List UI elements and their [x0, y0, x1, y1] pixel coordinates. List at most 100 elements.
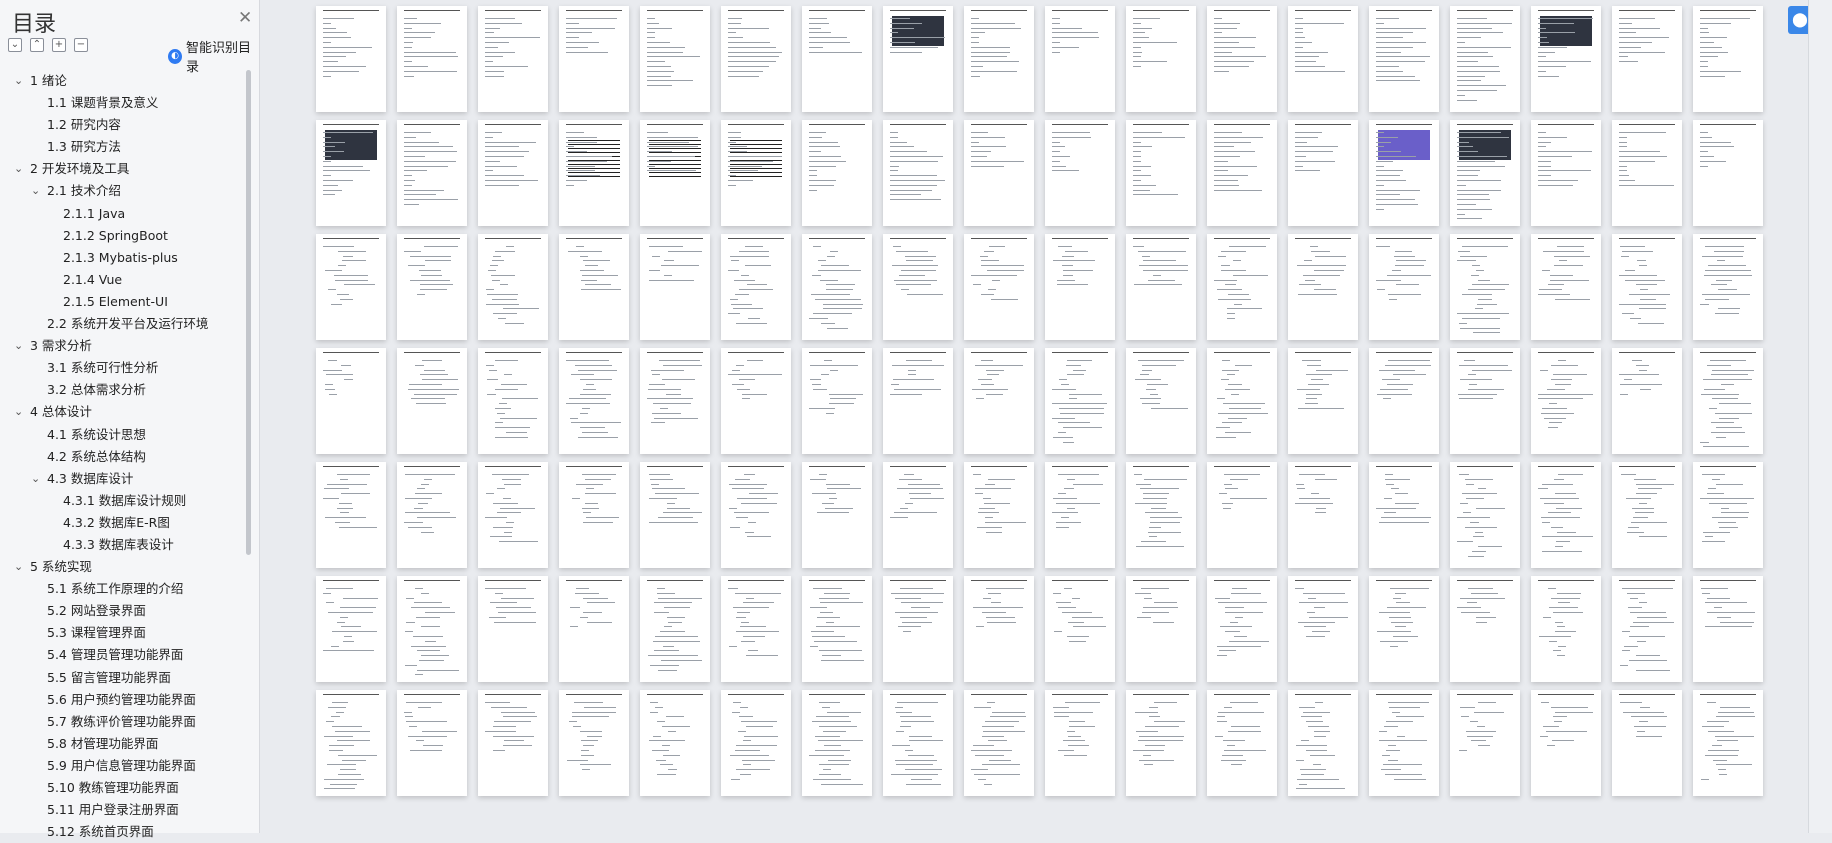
- page-thumbnail[interactable]: [1450, 348, 1520, 454]
- toc-item[interactable]: 2.1.3 Mybatis-plus: [0, 247, 245, 269]
- page-thumbnail[interactable]: [1531, 690, 1601, 796]
- page-thumbnail[interactable]: [1693, 576, 1763, 682]
- chevron-down-icon[interactable]: ⌄: [14, 401, 23, 423]
- page-thumbnail[interactable]: [559, 576, 629, 682]
- page-thumbnail[interactable]: [478, 348, 548, 454]
- page-thumbnail[interactable]: [397, 348, 467, 454]
- page-thumbnail[interactable]: [1207, 234, 1277, 340]
- page-thumbnail[interactable]: [316, 576, 386, 682]
- page-thumbnail[interactable]: [1045, 690, 1115, 796]
- toc-item[interactable]: 2.2 系统开发平台及运行环境: [0, 313, 245, 335]
- page-thumbnail[interactable]: [721, 234, 791, 340]
- toc-item[interactable]: 4.2 系统总体结构: [0, 446, 245, 468]
- page-thumbnail[interactable]: [640, 462, 710, 568]
- page-thumbnail[interactable]: [1612, 120, 1682, 226]
- toc-item[interactable]: 1.1 课题背景及意义: [0, 92, 245, 114]
- chevron-down-icon[interactable]: ⌄: [31, 180, 40, 202]
- page-thumbnail[interactable]: [559, 462, 629, 568]
- page-thumbnail[interactable]: [397, 576, 467, 682]
- expand-all-icon[interactable]: ⌄: [8, 38, 22, 52]
- page-thumbnail[interactable]: [1207, 348, 1277, 454]
- page-thumbnail[interactable]: [1693, 462, 1763, 568]
- page-thumbnail[interactable]: [964, 120, 1034, 226]
- add-icon[interactable]: +: [52, 38, 66, 52]
- page-thumbnail[interactable]: [640, 234, 710, 340]
- toc-item[interactable]: 4.3.1 数据库设计规则: [0, 490, 245, 512]
- chevron-down-icon[interactable]: ⌄: [14, 158, 23, 180]
- page-thumbnail[interactable]: [1450, 576, 1520, 682]
- chevron-down-icon[interactable]: ⌄: [14, 556, 23, 578]
- page-thumbnail[interactable]: [1288, 234, 1358, 340]
- toc-item[interactable]: 3.2 总体需求分析: [0, 379, 245, 401]
- page-thumbnail[interactable]: [802, 348, 872, 454]
- page-thumbnail[interactable]: [1693, 348, 1763, 454]
- page-thumbnail[interactable]: [559, 690, 629, 796]
- page-thumbnail[interactable]: [397, 120, 467, 226]
- toc-item[interactable]: 5.7 教练评价管理功能界面: [0, 711, 245, 733]
- page-thumbnail[interactable]: [1612, 6, 1682, 112]
- chevron-down-icon[interactable]: ⌄: [14, 335, 23, 357]
- page-thumbnail[interactable]: [1126, 348, 1196, 454]
- page-thumbnail[interactable]: [802, 462, 872, 568]
- page-thumbnail[interactable]: [397, 234, 467, 340]
- page-thumbnail[interactable]: [1369, 462, 1439, 568]
- page-thumbnail[interactable]: [1450, 462, 1520, 568]
- page-thumbnail[interactable]: [316, 690, 386, 796]
- page-thumbnail[interactable]: [964, 576, 1034, 682]
- page-thumbnail[interactable]: [721, 348, 791, 454]
- page-thumbnail[interactable]: [397, 6, 467, 112]
- page-thumbnail[interactable]: [1207, 6, 1277, 112]
- page-thumbnail[interactable]: [316, 348, 386, 454]
- page-thumbnail[interactable]: [1531, 576, 1601, 682]
- page-thumbnail[interactable]: [1531, 348, 1601, 454]
- toc-item[interactable]: ⌄ 4 总体设计: [0, 401, 245, 423]
- toc-item[interactable]: 5.3 课程管理界面: [0, 622, 245, 644]
- toc-item[interactable]: ⌄ 1 绪论: [0, 70, 245, 92]
- page-thumbnail[interactable]: [316, 234, 386, 340]
- close-icon[interactable]: ✕: [238, 8, 252, 28]
- page-thumbnail[interactable]: [478, 120, 548, 226]
- page-thumbnail[interactable]: [1612, 576, 1682, 682]
- page-thumbnail[interactable]: [640, 6, 710, 112]
- page-thumbnail[interactable]: [1126, 462, 1196, 568]
- page-thumbnail[interactable]: [721, 120, 791, 226]
- page-thumbnail[interactable]: [559, 348, 629, 454]
- page-thumbnail[interactable]: [640, 690, 710, 796]
- page-thumbnail[interactable]: [964, 690, 1034, 796]
- page-thumbnail[interactable]: [1531, 462, 1601, 568]
- page-thumbnail[interactable]: [1369, 576, 1439, 682]
- page-thumbnail[interactable]: [802, 576, 872, 682]
- page-thumbnail[interactable]: [883, 462, 953, 568]
- page-thumbnail[interactable]: [1612, 234, 1682, 340]
- page-thumbnail[interactable]: [1450, 120, 1520, 226]
- page-thumbnail[interactable]: [1126, 120, 1196, 226]
- page-thumbnail[interactable]: [1288, 462, 1358, 568]
- toc-item[interactable]: 4.3.3 数据库表设计: [0, 534, 245, 556]
- page-thumbnail[interactable]: [964, 234, 1034, 340]
- page-thumbnail[interactable]: [1207, 120, 1277, 226]
- page-thumbnail[interactable]: [883, 6, 953, 112]
- page-thumbnail[interactable]: [478, 462, 548, 568]
- page-thumbnail[interactable]: [478, 234, 548, 340]
- chevron-down-icon[interactable]: ⌄: [31, 468, 40, 490]
- page-thumbnail[interactable]: [802, 690, 872, 796]
- page-thumbnail[interactable]: [1207, 690, 1277, 796]
- page-thumbnail[interactable]: [1693, 234, 1763, 340]
- page-thumbnail[interactable]: [1693, 690, 1763, 796]
- page-thumbnail[interactable]: [1612, 462, 1682, 568]
- collapse-all-icon[interactable]: ⌃: [30, 38, 44, 52]
- page-thumbnail[interactable]: [316, 462, 386, 568]
- page-thumbnail[interactable]: [1450, 234, 1520, 340]
- page-thumbnail[interactable]: [316, 6, 386, 112]
- page-thumbnail[interactable]: [1531, 6, 1601, 112]
- page-thumbnail[interactable]: [640, 120, 710, 226]
- toc-item[interactable]: ⌄ 3 需求分析: [0, 335, 245, 357]
- page-thumbnail[interactable]: [802, 234, 872, 340]
- toc-item[interactable]: 4.1 系统设计思想: [0, 424, 245, 446]
- page-thumbnail[interactable]: [559, 6, 629, 112]
- page-thumbnail[interactable]: [1126, 234, 1196, 340]
- page-thumbnail[interactable]: [478, 6, 548, 112]
- page-thumbnail[interactable]: [1126, 6, 1196, 112]
- page-thumbnail[interactable]: [1288, 576, 1358, 682]
- page-thumbnail[interactable]: [1045, 234, 1115, 340]
